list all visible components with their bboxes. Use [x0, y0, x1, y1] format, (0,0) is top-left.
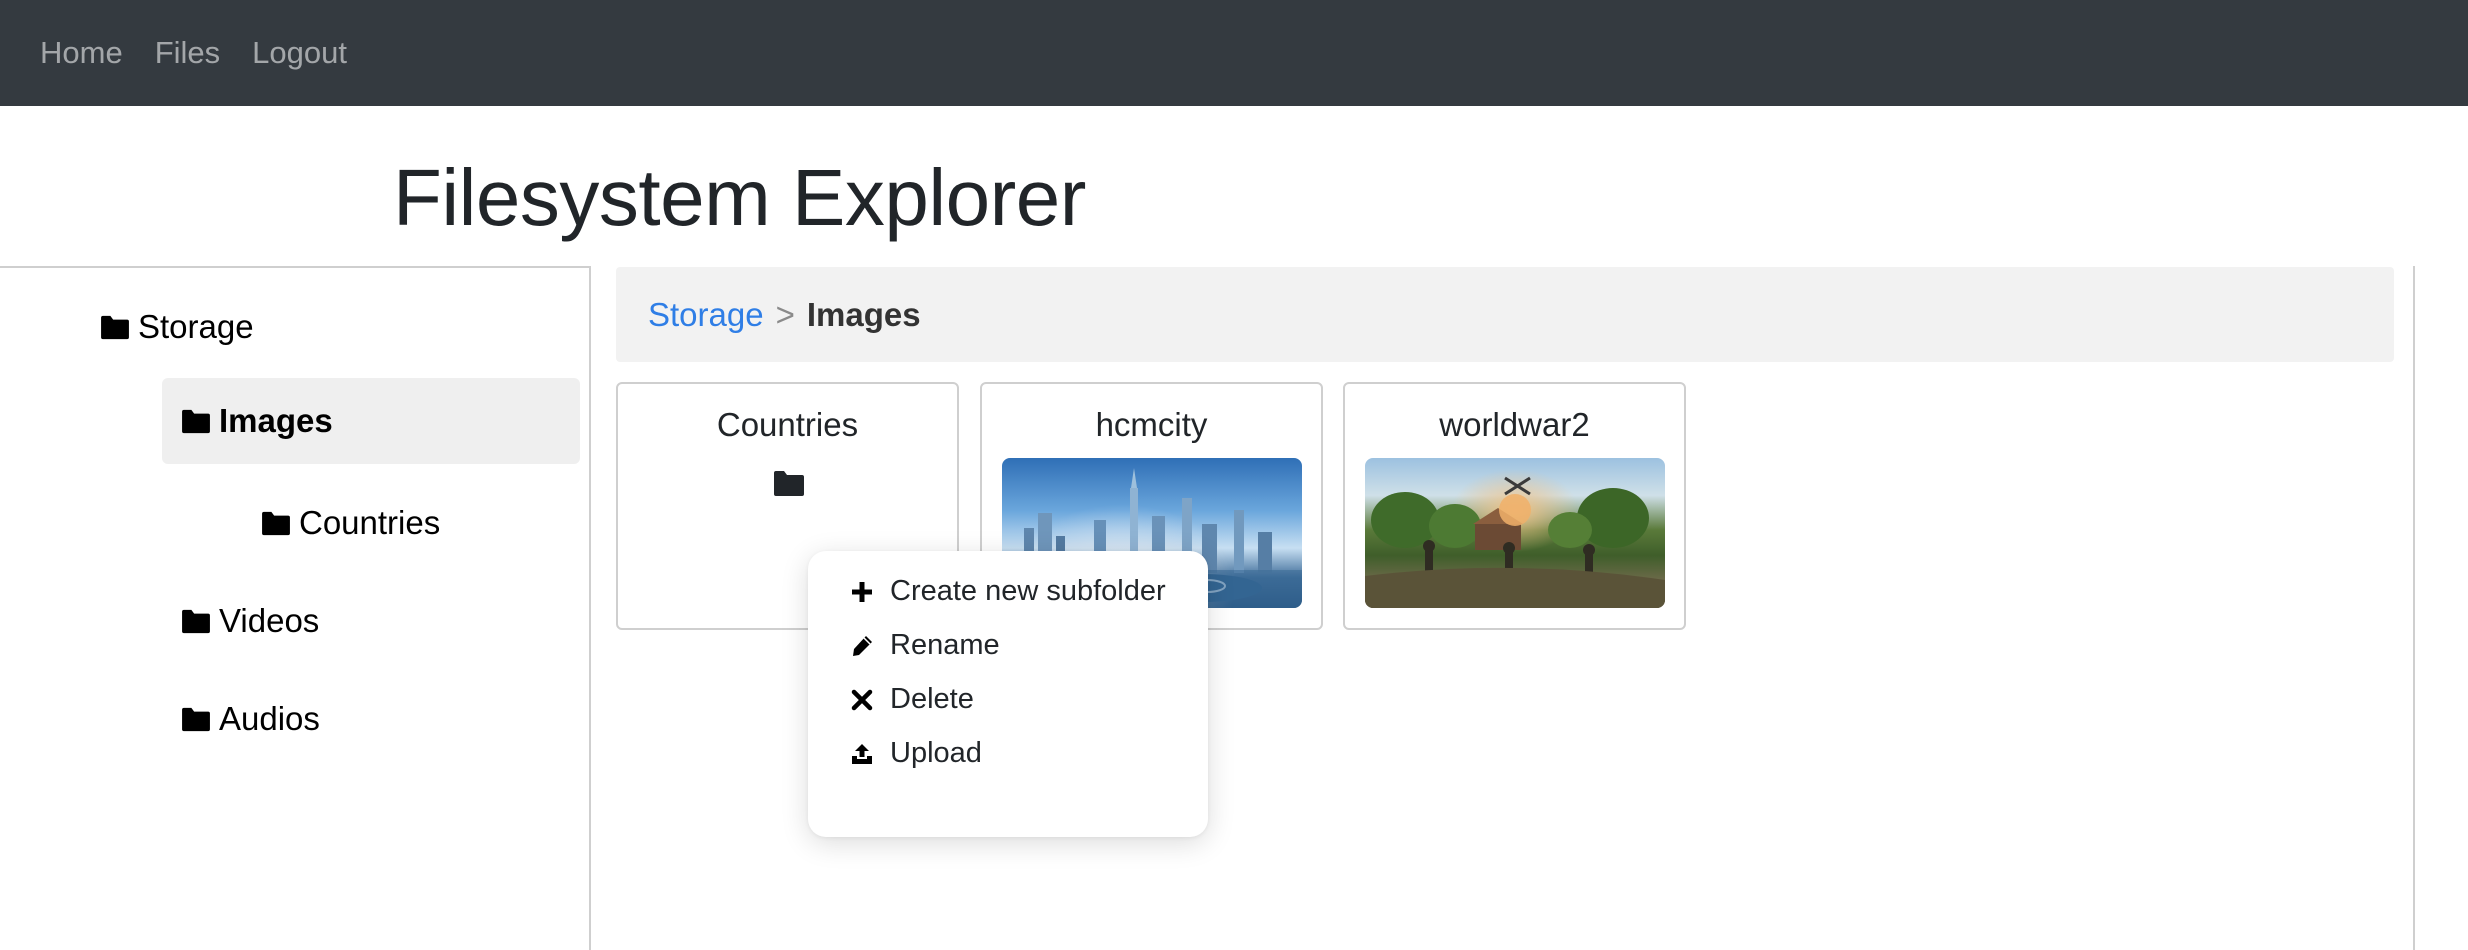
tree-item-label: Storage [138, 308, 254, 345]
menu-item-rename[interactable]: Rename [850, 629, 1000, 662]
breadcrumb-storage-link[interactable]: Storage [648, 296, 764, 334]
menu-item-label: Upload [890, 737, 982, 769]
menu-item-label: Create new subfolder [890, 575, 1166, 607]
image-thumbnail [1365, 458, 1665, 608]
card-title: hcmcity [1095, 406, 1208, 443]
pencil-icon [853, 635, 872, 656]
nav-files-link[interactable]: Files [155, 35, 220, 71]
breadcrumb: Storage > Images [616, 267, 2394, 362]
top-navbar: Home Files Logout [0, 0, 2468, 106]
folder-icon [182, 409, 210, 434]
folder-icon [182, 609, 210, 634]
menu-item-upload[interactable]: Upload [850, 737, 982, 770]
folder-tree-sidebar: Storage Images Countries Videos Audios [0, 266, 591, 950]
main-panel-right-border [2413, 266, 2415, 950]
image-card-worldwar2[interactable]: worldwar2 [1343, 382, 1686, 630]
tree-item-label: Countries [299, 504, 441, 541]
breadcrumb-current: Images [806, 295, 921, 333]
folder-icon [774, 471, 804, 496]
tree-item-videos[interactable]: Videos [181, 596, 319, 646]
menu-item-create-subfolder[interactable]: Create new subfolder [850, 575, 1166, 608]
tree-item-label: Audios [219, 700, 320, 737]
card-title: worldwar2 [1439, 406, 1590, 443]
tree-item-storage[interactable]: Storage [100, 302, 254, 352]
menu-item-label: Rename [890, 629, 1000, 661]
folder-icon [101, 315, 129, 340]
folder-icon [182, 707, 210, 732]
context-menu: Create new subfolder Rename Delete Uploa… [808, 551, 1208, 837]
page-title: Filesystem Explorer [393, 153, 1086, 242]
menu-item-delete[interactable]: Delete [850, 683, 974, 716]
folder-icon [262, 511, 290, 536]
nav-home-link[interactable]: Home [40, 35, 123, 71]
tree-item-label: Videos [219, 602, 320, 639]
card-title: Countries [716, 406, 859, 443]
plus-icon [852, 581, 872, 602]
tree-item-countries[interactable]: Countries [261, 498, 440, 548]
tree-item-label: Images [219, 402, 333, 439]
breadcrumb-separator: > [775, 295, 795, 333]
tree-item-images[interactable]: Images [162, 378, 580, 464]
nav-logout-link[interactable]: Logout [252, 35, 347, 71]
menu-item-label: Delete [890, 683, 974, 715]
tree-item-audios[interactable]: Audios [181, 694, 320, 744]
x-icon [851, 689, 873, 710]
upload-icon [852, 743, 872, 764]
